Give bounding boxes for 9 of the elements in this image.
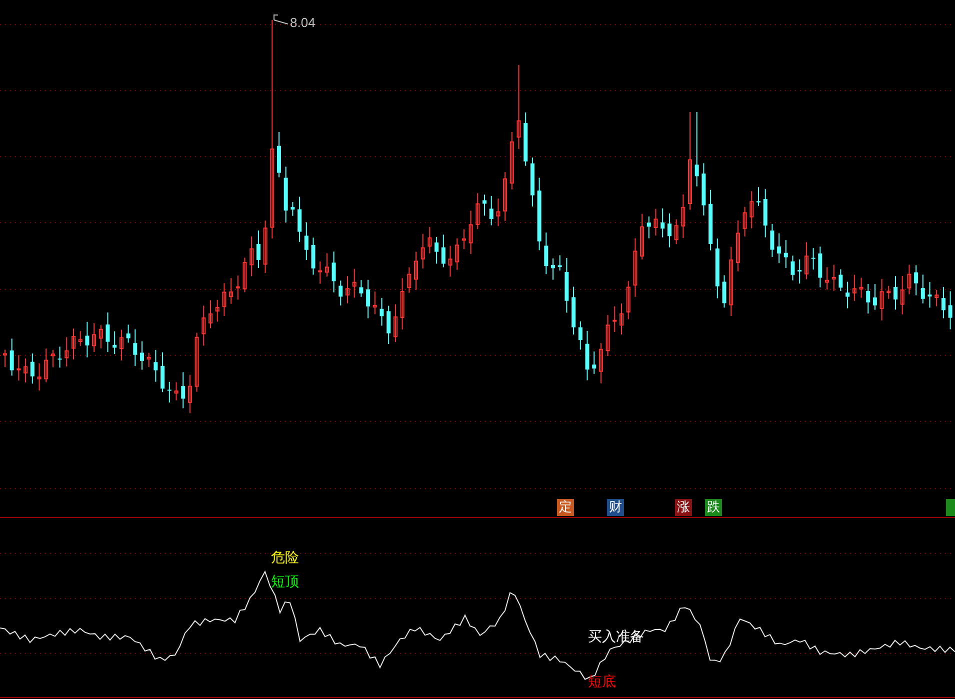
high-price-label: 8.04: [290, 16, 316, 29]
event-marker: 涨: [675, 499, 692, 516]
high-pointer-icon: [274, 14, 288, 24]
short-bottom-label: 短底: [588, 675, 616, 689]
danger-label: 危险: [271, 551, 299, 565]
short-top-label: 短顶: [271, 575, 299, 589]
event-marker: 定: [557, 499, 574, 516]
event-marker: 跌: [705, 499, 722, 516]
event-marker: 财: [607, 499, 624, 516]
